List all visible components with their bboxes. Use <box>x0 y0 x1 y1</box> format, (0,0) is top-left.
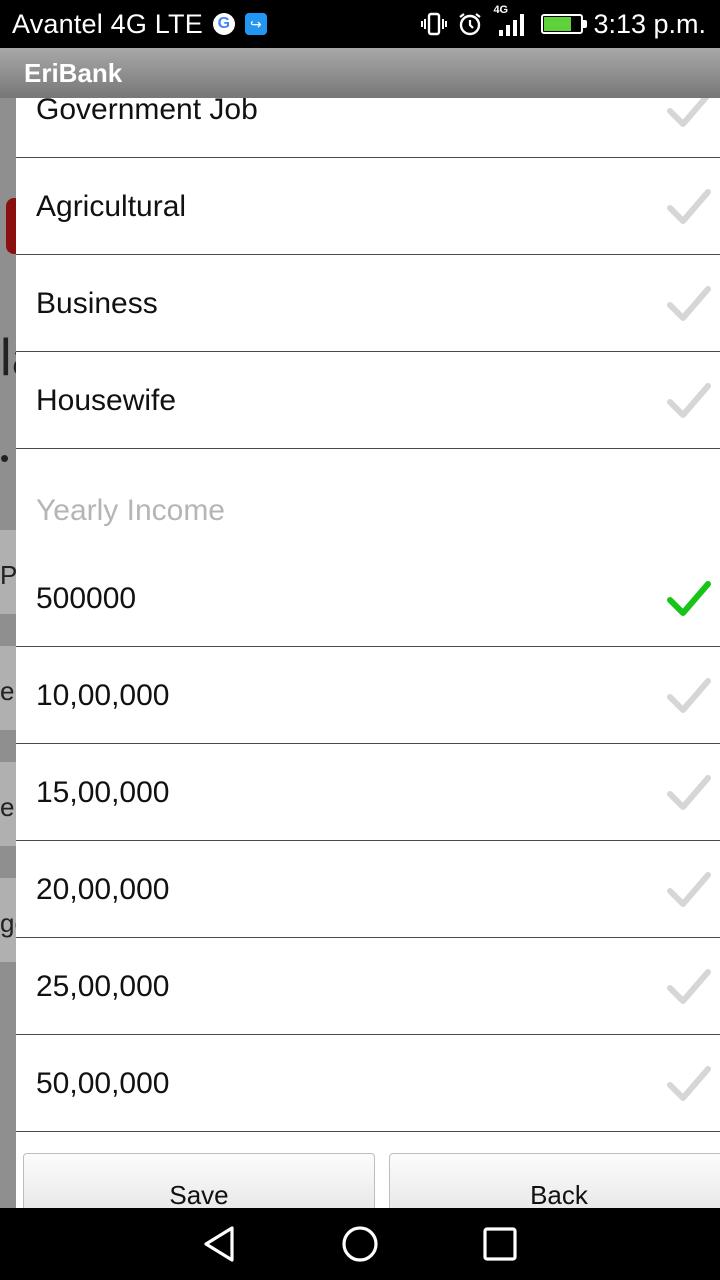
selection-dialog: Government Job Agricultural Business Hou… <box>16 98 720 1208</box>
option-row-income-500000[interactable]: 500000 <box>16 551 720 647</box>
section-header-yearly-income: Yearly Income <box>36 494 225 527</box>
checkmark-icon <box>667 774 711 810</box>
signal-icon: 4G <box>493 4 531 38</box>
navigation-bar <box>0 1208 720 1280</box>
battery-level <box>544 17 572 31</box>
option-label: Agricultural <box>36 189 187 223</box>
option-label: 25,00,000 <box>36 969 170 1003</box>
save-button[interactable]: Save <box>23 1153 375 1208</box>
back-nav-icon[interactable] <box>200 1224 240 1264</box>
vibrate-icon <box>421 11 448 37</box>
checkmark-icon <box>667 968 711 1004</box>
app-title: EriBank <box>24 57 123 88</box>
option-row-income-50-lakh[interactable]: 50,00,000 <box>16 1036 720 1132</box>
background-text-fragment: go <box>0 908 16 938</box>
option-label: 15,00,000 <box>36 775 170 809</box>
option-label: 50,00,000 <box>36 1066 170 1100</box>
checkmark-icon <box>667 188 711 224</box>
home-nav-icon[interactable] <box>340 1224 380 1264</box>
recents-nav-icon[interactable] <box>480 1224 520 1264</box>
option-row-income-25-lakh[interactable]: 25,00,000 <box>16 939 720 1035</box>
option-label: 20,00,000 <box>36 872 170 906</box>
checkmark-icon <box>667 677 711 713</box>
network-type-label: 4G <box>493 4 509 16</box>
option-row-housewife[interactable]: Housewife <box>16 353 720 449</box>
option-label: Business <box>36 286 158 320</box>
background-text-fragment: e <box>0 676 15 706</box>
option-row-government-job[interactable]: Government Job <box>16 98 720 158</box>
battery-icon <box>541 14 588 34</box>
app-title-bar: EriBank <box>0 48 720 98</box>
option-row-income-15-lakh[interactable]: 15,00,000 <box>16 745 720 841</box>
option-row-business[interactable]: Business <box>16 256 720 352</box>
clock: 3:13 p.m. <box>593 8 706 39</box>
status-right: 4G 3:13 p.m. <box>421 4 720 40</box>
option-label: 10,00,000 <box>36 678 170 712</box>
checkmark-icon <box>667 98 709 127</box>
back-button[interactable]: Back <box>389 1153 720 1208</box>
status-bar: Avantel 4G LTE G ↪ 4G 3:13 p.m. <box>0 0 720 48</box>
screen: Avantel 4G LTE G ↪ 4G 3:13 p.m. EriBank … <box>0 0 720 1280</box>
checkmark-icon <box>667 285 711 321</box>
checkmark-icon <box>667 580 711 616</box>
background-text-fragment: e <box>0 792 15 822</box>
option-row-income-20-lakh[interactable]: 20,00,000 <box>16 842 720 938</box>
background-text-fragment: Pa <box>0 560 16 590</box>
option-label: Housewife <box>36 383 177 417</box>
checkmark-icon <box>667 382 711 418</box>
option-label: Government Job <box>36 98 258 126</box>
status-left: Avantel 4G LTE G ↪ <box>0 9 267 40</box>
option-label: 500000 <box>36 581 137 615</box>
option-row-agricultural[interactable]: Agricultural <box>16 159 720 255</box>
background-text-fragment: la <box>0 329 16 387</box>
google-icon: G <box>212 13 235 35</box>
checkmark-icon <box>667 871 711 907</box>
carrier-label: Avantel 4G LTE <box>12 8 203 39</box>
option-row-income-10-lakh[interactable]: 10,00,000 <box>16 648 720 744</box>
checkmark-icon <box>667 1065 711 1101</box>
background-bullet: • <box>0 443 10 473</box>
usb-icon: ↪ <box>244 13 267 35</box>
alarm-icon <box>457 11 483 37</box>
